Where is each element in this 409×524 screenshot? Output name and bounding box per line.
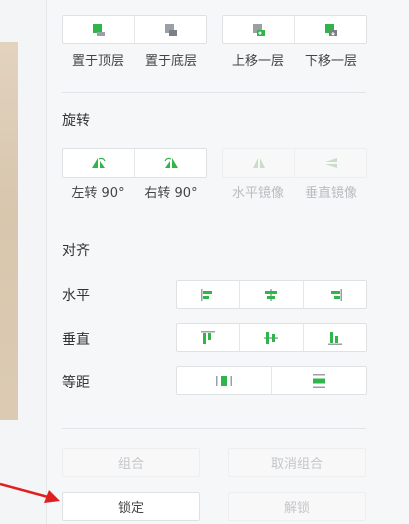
align-right-button[interactable] bbox=[304, 281, 366, 308]
flip-horizontal-button[interactable] bbox=[223, 149, 295, 177]
ungroup-button[interactable]: 取消组合 bbox=[228, 448, 366, 477]
vertical-align-label: 垂直 bbox=[62, 332, 90, 348]
bring-to-front-label: 置于顶层 bbox=[71, 54, 124, 69]
move-down-icon bbox=[324, 23, 337, 36]
align-bottom-icon bbox=[327, 331, 342, 345]
flip-vertical-button[interactable] bbox=[295, 149, 366, 177]
lock-button[interactable]: 锁定 bbox=[62, 492, 200, 521]
layer-up-down-group bbox=[222, 15, 367, 44]
arrange-panel bbox=[46, 0, 409, 524]
send-to-back-label: 置于底层 bbox=[144, 54, 197, 69]
bring-to-front-icon bbox=[92, 23, 105, 36]
flip-horizontal-icon bbox=[252, 158, 265, 168]
align-middle-button[interactable] bbox=[240, 324, 304, 351]
divider bbox=[62, 92, 366, 93]
send-to-back-icon bbox=[164, 23, 177, 36]
horizontal-align-group bbox=[176, 280, 367, 309]
distribute-horizontal-button[interactable] bbox=[177, 367, 272, 394]
move-up-label: 上移一层 bbox=[231, 54, 284, 69]
rotate-right-label: 右转 90° bbox=[144, 186, 198, 201]
horizontal-align-label: 水平 bbox=[62, 288, 90, 304]
distribute-label: 等距 bbox=[62, 375, 90, 391]
pointer-arrow-icon bbox=[0, 482, 60, 503]
canvas-area bbox=[0, 0, 46, 524]
align-left-button[interactable] bbox=[177, 281, 241, 308]
move-down-button[interactable] bbox=[295, 16, 366, 43]
align-top-icon bbox=[201, 330, 216, 344]
align-left-icon bbox=[201, 288, 213, 301]
rotate-left-label: 左转 90° bbox=[71, 186, 125, 201]
send-to-back-button[interactable] bbox=[135, 16, 206, 43]
distribute-horizontal-icon bbox=[216, 375, 232, 386]
group-button[interactable]: 组合 bbox=[62, 448, 200, 477]
layer-front-back-group bbox=[62, 15, 207, 44]
rotate-right-icon bbox=[163, 157, 178, 168]
flip-vertical-icon bbox=[324, 158, 337, 168]
move-down-label: 下移一层 bbox=[304, 54, 357, 69]
bring-to-front-button[interactable] bbox=[63, 16, 135, 43]
align-middle-icon bbox=[264, 331, 279, 344]
distribute-vertical-button[interactable] bbox=[272, 367, 366, 394]
flip-vertical-label: 垂直镜像 bbox=[304, 186, 357, 201]
align-right-icon bbox=[330, 288, 342, 301]
rotate-left-button[interactable] bbox=[63, 149, 135, 177]
align-center-horizontal-icon bbox=[265, 288, 278, 301]
align-section-title: 对齐 bbox=[62, 243, 90, 259]
align-center-horizontal-button[interactable] bbox=[240, 281, 304, 308]
canvas-image bbox=[0, 42, 18, 420]
rotate-right-button[interactable] bbox=[135, 149, 206, 177]
align-top-button[interactable] bbox=[177, 324, 241, 351]
divider bbox=[62, 428, 366, 429]
flip-group bbox=[222, 148, 367, 178]
distribute-vertical-icon bbox=[313, 373, 325, 388]
rotate-section-title: 旋转 bbox=[62, 113, 90, 129]
rotate-left-icon bbox=[91, 157, 106, 168]
align-bottom-button[interactable] bbox=[304, 324, 366, 351]
unlock-button[interactable]: 解锁 bbox=[228, 492, 366, 521]
distribute-group bbox=[176, 366, 367, 395]
vertical-align-group bbox=[176, 323, 367, 352]
move-up-button[interactable] bbox=[223, 16, 295, 43]
move-up-icon bbox=[252, 23, 265, 36]
rotate-group bbox=[62, 148, 207, 178]
flip-horizontal-label: 水平镜像 bbox=[231, 186, 284, 201]
